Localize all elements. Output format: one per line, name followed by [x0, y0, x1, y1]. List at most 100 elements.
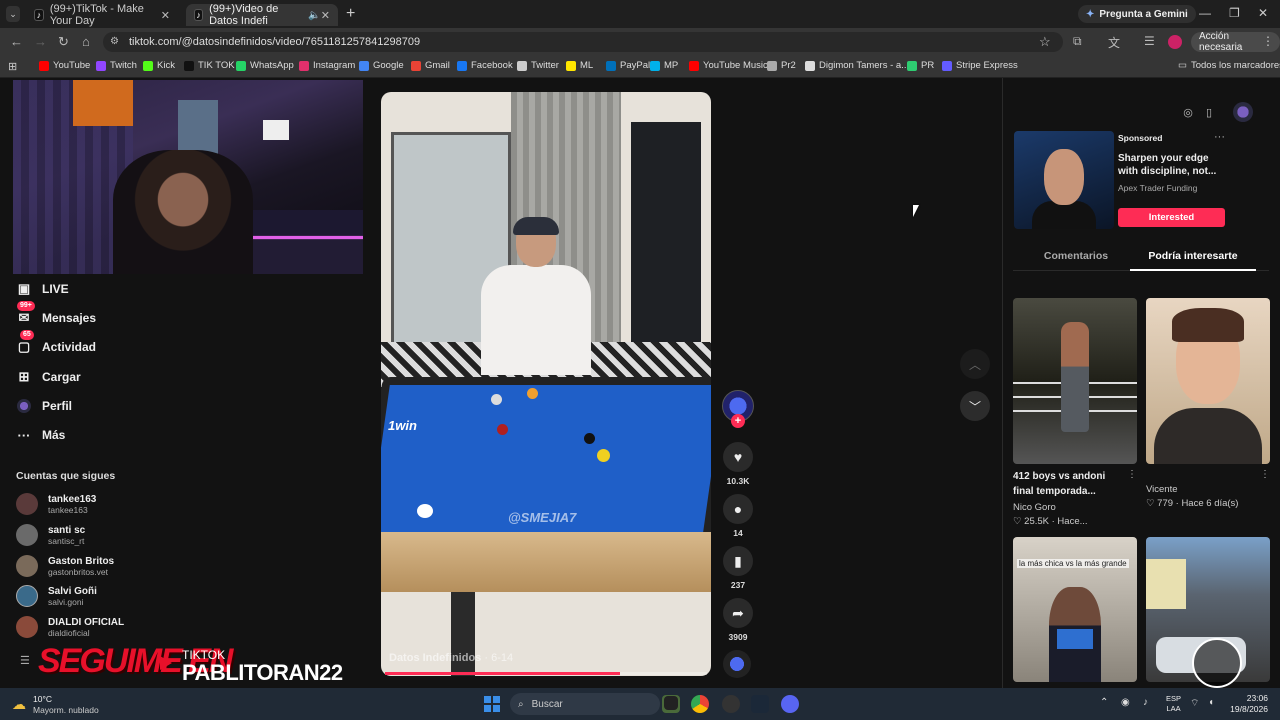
ad-interested-button[interactable]: Interested [1118, 208, 1225, 227]
bookmark-item[interactable]: Pr2 [767, 60, 796, 71]
file-explorer-icon[interactable] [664, 696, 678, 710]
compass-icon[interactable]: ◎ [1180, 104, 1196, 120]
tray-chevron-up-icon[interactable]: ⌃ [1100, 697, 1108, 708]
comment-button[interactable]: ● 14 [722, 494, 754, 538]
keyboard-language[interactable]: ESP LAA [1166, 694, 1181, 714]
like-button[interactable]: ♥ 10.3K [722, 442, 754, 486]
weather-temperature[interactable]: 10°C [33, 694, 52, 704]
sidebar-item-more[interactable]: ··· Más [16, 427, 66, 443]
bookmark-item[interactable]: PR [907, 60, 934, 71]
site-info-icon[interactable]: ⚙ [110, 36, 119, 47]
recommended-video-title[interactable]: 412 boys vs andoni final temporada... [1013, 469, 1123, 499]
all-bookmarks-folder[interactable]: ▭ Todos los marcadores [1178, 60, 1280, 71]
bookmark-item[interactable]: YouTube [39, 60, 90, 71]
video-more-icon[interactable]: ⋮ [1260, 469, 1270, 480]
windows-start-icon[interactable] [484, 696, 500, 712]
bookmark-label: YouTube Music [703, 60, 768, 71]
save-button[interactable]: ▮ 237 [722, 546, 754, 590]
share-button[interactable]: ➦ 3909 [722, 598, 754, 642]
obs-icon[interactable] [722, 695, 740, 713]
apps-grid-icon[interactable]: ⊞ [8, 60, 17, 73]
weather-cloud-icon[interactable]: ☁ [12, 696, 26, 713]
bookmark-item[interactable]: Twitter [517, 60, 559, 71]
sidebar-item-activity[interactable]: ▢ 65 Actividad [16, 330, 96, 355]
followed-account[interactable]: DIALDI OFICIAL dialdioficial [16, 616, 124, 638]
gemini-label: Pregunta a Gemini [1099, 8, 1188, 20]
recommended-video-author[interactable]: Vicente [1146, 484, 1178, 495]
sidebar-item-live[interactable]: ▣ LIVE [16, 281, 69, 297]
bookmark-item[interactable]: WhatsApp [236, 60, 294, 71]
sidebar-item-profile[interactable]: Perfil [16, 398, 72, 414]
ask-gemini-button[interactable]: ✦ Pregunta a Gemini [1078, 5, 1196, 23]
browser-tab-video[interactable]: ♪ (99+)Video de Datos Indefi 🔈 ✕ [186, 3, 338, 27]
weather-description[interactable]: Mayorm. nublado [33, 705, 99, 715]
tab-comments[interactable]: Comentarios [1013, 250, 1139, 262]
bookmark-item[interactable]: Twitch [96, 60, 137, 71]
browser-menu-icon[interactable]: ⋮ [1262, 34, 1274, 48]
video-progress-bar[interactable] [385, 672, 707, 675]
clock[interactable]: 23:06 19/8/2026 [1222, 693, 1268, 715]
close-tab-icon[interactable]: ✕ [321, 9, 330, 22]
sidebar-item-upload[interactable]: ⊞ Cargar [16, 369, 81, 385]
followed-account[interactable]: Salvi Goñi salvi.goni [16, 585, 97, 607]
followed-account[interactable]: tankee163 tankee163 [16, 493, 96, 515]
music-disc-icon[interactable] [723, 650, 751, 678]
ad-title[interactable]: Sharpen your edge with discipline, not..… [1118, 152, 1228, 178]
back-icon[interactable]: ← [10, 34, 23, 49]
recommended-video-author[interactable]: Nico Goro [1013, 502, 1056, 513]
bookmark-item[interactable]: YouTube Music [689, 60, 768, 71]
profile-avatar[interactable] [1168, 35, 1182, 49]
close-window-icon[interactable]: ✕ [1258, 6, 1268, 20]
bookmark-item[interactable]: ML [566, 60, 593, 71]
chrome-icon[interactable] [691, 695, 709, 713]
bookmark-item[interactable]: Gmail [411, 60, 450, 71]
minimize-icon[interactable]: — [1199, 6, 1211, 20]
extensions-icon[interactable]: ⧉ [1073, 34, 1082, 49]
video-more-icon[interactable]: ⋮ [1127, 469, 1137, 480]
follow-plus-icon[interactable]: + [731, 414, 745, 428]
next-video-button[interactable]: ﹀ [960, 391, 990, 421]
sidebar-item-messages[interactable]: ✉ 99+ Mensajes [16, 301, 96, 326]
tray-network-icon[interactable]: ◉ [1121, 697, 1130, 708]
previous-video-button[interactable]: ︿ [960, 349, 990, 379]
reading-list-icon[interactable]: ☰ [1144, 34, 1155, 48]
ad-thumbnail[interactable] [1014, 131, 1114, 229]
forward-icon[interactable]: → [34, 34, 47, 49]
steam-icon[interactable] [751, 695, 769, 713]
followed-account[interactable]: santi sc santisc_rt [16, 524, 85, 546]
restore-icon[interactable]: ❐ [1229, 6, 1240, 20]
recommended-video-thumbnail[interactable] [1146, 298, 1270, 464]
tray-wifi-icon[interactable]: ⌔ [1190, 697, 1199, 710]
tray-volume-icon[interactable]: ◖ [1208, 697, 1214, 708]
user-avatar[interactable] [1233, 102, 1253, 122]
bookmark-item[interactable]: Google [359, 60, 404, 71]
bookmark-item[interactable]: Kick [143, 60, 175, 71]
mobile-icon[interactable]: ▯ [1201, 104, 1217, 120]
close-tab-icon[interactable]: ✕ [161, 9, 170, 22]
followed-account[interactable]: Gaston Britos gastonbritos.vet [16, 555, 114, 577]
recommended-video-thumbnail[interactable] [1013, 298, 1137, 464]
bookmark-star-icon[interactable]: ☆ [1039, 34, 1051, 50]
audio-playing-icon[interactable]: 🔈 [308, 10, 320, 21]
bookmark-item[interactable]: Instagram [299, 60, 355, 71]
tab-search-icon[interactable]: ⌄ [6, 6, 20, 22]
browser-tab-tiktok-home[interactable]: ♪ (99+)TikTok - Make Your Day ✕ [26, 3, 178, 27]
reload-icon[interactable]: ↻ [58, 34, 69, 50]
address-bar[interactable]: tiktok.com/@datosindefinidos/video/76511… [103, 32, 1063, 52]
new-tab-button[interactable]: + [346, 5, 355, 23]
tab-might-interest[interactable]: Podría interesarte [1130, 250, 1256, 262]
bookmark-item[interactable]: MP [650, 60, 678, 71]
translate-icon[interactable]: 文 [1108, 34, 1120, 51]
recommended-video-thumbnail[interactable]: la más chica vs la más grande [1013, 537, 1137, 682]
discord-icon[interactable] [781, 695, 799, 713]
bookmark-item[interactable]: Stripe Express [942, 60, 1018, 71]
ad-more-icon[interactable]: ··· [1214, 131, 1225, 143]
bookmark-item[interactable]: TIK TOK [184, 60, 235, 71]
bookmark-item[interactable]: Digimon Tamers - a... [805, 60, 909, 71]
bookmark-item[interactable]: Facebook [457, 60, 513, 71]
tray-mic-icon[interactable]: ♪ [1143, 697, 1148, 708]
taskbar-search[interactable]: ⌕ Buscar [510, 693, 660, 715]
bookmark-item[interactable]: PayPal [606, 60, 650, 71]
video-player[interactable] [381, 92, 711, 676]
home-icon[interactable]: ⌂ [82, 34, 90, 49]
